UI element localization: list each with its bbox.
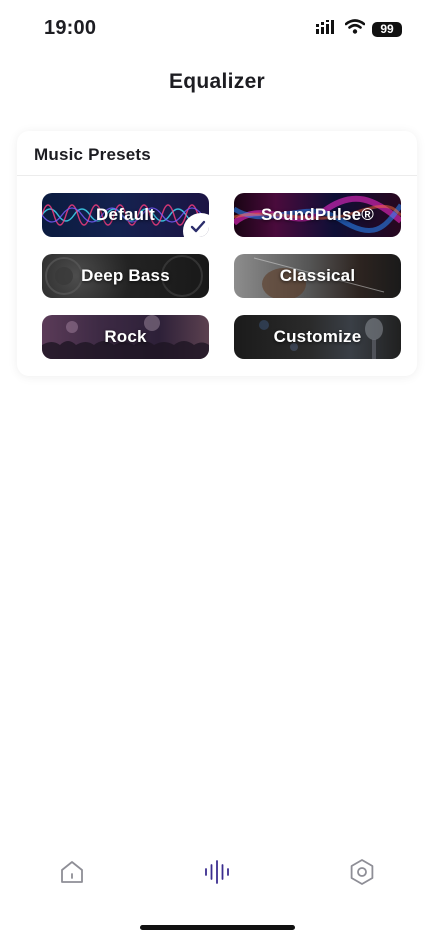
music-presets-card: Music Presets Default SoundPulse® Deep B… [17,131,417,376]
home-indicator [140,925,295,930]
home-icon [61,861,83,883]
tab-settings[interactable] [342,852,382,892]
preset-label: Deep Bass [81,266,170,285]
preset-label: Classical [279,266,356,285]
page-title: Equalizer [168,70,266,93]
cellular-signal-icon [316,19,338,39]
status-time: 19:00 [44,17,97,39]
tab-bar [0,840,434,900]
preset-label: Default [95,205,156,224]
battery-indicator: 99 [372,21,402,37]
preset-customize-button[interactable]: Customize [234,315,401,359]
preset-deep-bass-button[interactable]: Deep Bass [42,254,209,298]
preset-default-button[interactable]: Default [42,193,209,237]
status-icons: 99 [316,19,402,39]
preset-label: Customize [273,327,362,346]
wifi-icon [344,19,366,39]
tab-equalizer[interactable] [197,852,237,892]
divider [17,175,417,176]
card-title: Music Presets [34,145,151,164]
preset-rock-button[interactable]: Rock [42,315,209,359]
checkmark-icon [190,220,206,233]
status-bar: 19:00 99 [0,0,434,56]
tab-home[interactable] [52,852,92,892]
preset-label: Rock [104,327,147,346]
preset-label: SoundPulse® [261,205,374,224]
settings-hexagon-icon [350,859,374,885]
equalizer-icon [205,860,229,884]
preset-classical-button[interactable]: Classical [234,254,401,298]
preset-soundpulse-button[interactable]: SoundPulse® [234,193,401,237]
